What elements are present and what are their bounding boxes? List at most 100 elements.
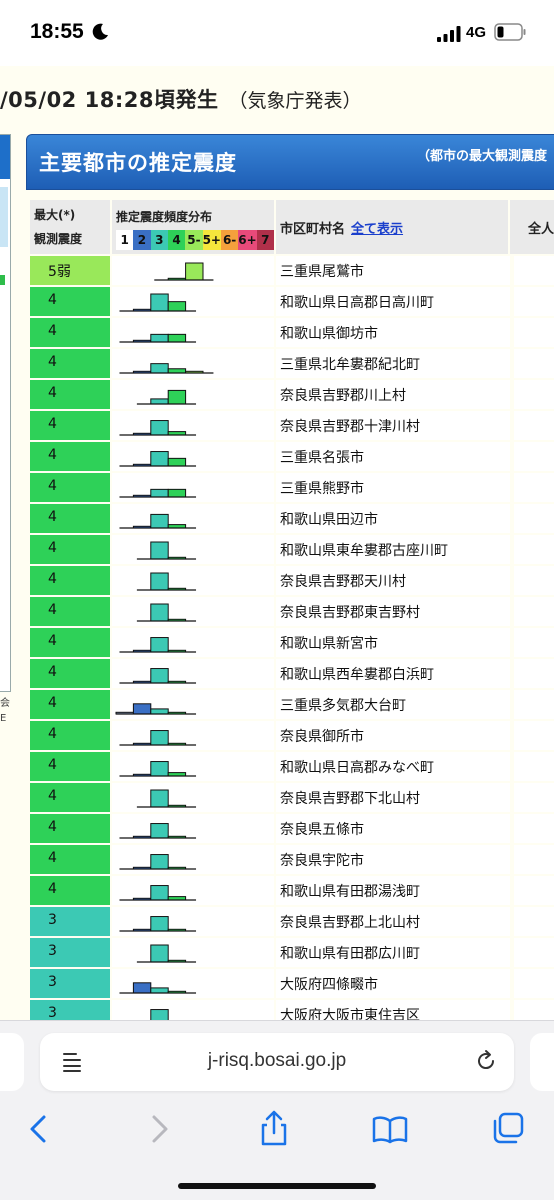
table-row[interactable]: 4 和歌山県御坊市 bbox=[30, 318, 554, 349]
city-cell[interactable]: 和歌山県田辺市 bbox=[276, 504, 512, 533]
histogram-bar bbox=[167, 488, 187, 498]
left-map-panel[interactable] bbox=[0, 134, 11, 692]
distribution-histogram bbox=[119, 513, 197, 529]
city-cell[interactable]: 奈良県宇陀市 bbox=[276, 845, 512, 874]
city-cell[interactable]: 和歌山県有田郡広川町 bbox=[276, 938, 512, 967]
distribution-histogram bbox=[119, 916, 197, 932]
city-cell[interactable]: 三重県名張市 bbox=[276, 442, 512, 471]
extra-cell bbox=[514, 597, 554, 626]
table-row[interactable]: 4 奈良県吉野郡十津川村 bbox=[30, 411, 554, 442]
table-row[interactable]: 4 奈良県宇陀市 bbox=[30, 845, 554, 876]
city-cell[interactable]: 三重県北牟婁郡紀北町 bbox=[276, 349, 512, 378]
table-row[interactable]: 4 三重県北牟婁郡紀北町 bbox=[30, 349, 554, 380]
distribution-cell bbox=[112, 876, 276, 905]
distribution-histogram bbox=[136, 789, 197, 808]
extra-cell bbox=[514, 969, 554, 998]
extra-cell bbox=[514, 690, 554, 719]
city-cell[interactable]: 奈良県御所市 bbox=[276, 721, 512, 750]
table-row[interactable]: 4 和歌山県日高郡みなべ町 bbox=[30, 752, 554, 783]
web-page: /05/02 18:28頃発生 （気象庁発表） 会 E 主要都市の推定震度 （都市… bbox=[0, 66, 554, 1020]
table-row[interactable]: 4 和歌山県有田郡湯浅町 bbox=[30, 876, 554, 907]
extra-cell bbox=[514, 814, 554, 843]
table-row[interactable]: 4 奈良県吉野郡川上村 bbox=[30, 380, 554, 411]
back-icon[interactable] bbox=[20, 1109, 60, 1149]
distribution-histogram bbox=[119, 420, 197, 436]
table-row[interactable]: 3 大阪府四條畷市 bbox=[30, 969, 554, 1000]
table-row[interactable]: 3 和歌山県有田郡広川町 bbox=[30, 938, 554, 969]
city-name: 和歌山県有田郡広川町 bbox=[280, 946, 420, 962]
share-icon[interactable] bbox=[254, 1109, 294, 1149]
histogram-bar bbox=[167, 301, 187, 312]
table-row[interactable]: 4 三重県多気郡大台町 bbox=[30, 690, 554, 721]
city-cell[interactable]: 和歌山県日高郡日高川町 bbox=[276, 287, 512, 316]
scale-label: 7 bbox=[256, 230, 274, 250]
city-cell[interactable]: 和歌山県日高郡みなべ町 bbox=[276, 752, 512, 781]
distribution-cell bbox=[112, 349, 276, 378]
max-intensity-cell: 4 bbox=[30, 566, 112, 595]
table-row[interactable]: 4 奈良県五條市 bbox=[30, 814, 554, 845]
city-cell[interactable]: 大阪府大阪市東住吉区 bbox=[276, 1000, 512, 1020]
status-time: 18:55 bbox=[30, 20, 84, 43]
bookmarks-icon[interactable] bbox=[370, 1109, 410, 1149]
city-cell[interactable]: 奈良県吉野郡東吉野村 bbox=[276, 597, 512, 626]
city-cell[interactable]: 和歌山県西牟婁郡白浜町 bbox=[276, 659, 512, 688]
table-row[interactable]: 4 和歌山県日高郡日高川町 bbox=[30, 287, 554, 318]
table-row[interactable]: 4 和歌山県東牟婁郡古座川町 bbox=[30, 535, 554, 566]
address-bar[interactable]: j-risq.bosai.go.jp bbox=[40, 1033, 514, 1091]
city-cell[interactable]: 奈良県吉野郡十津川村 bbox=[276, 411, 512, 440]
table-row[interactable]: 4 三重県熊野市 bbox=[30, 473, 554, 504]
city-cell[interactable]: 三重県尾鷲市 bbox=[276, 256, 512, 285]
city-cell[interactable]: 大阪府四條畷市 bbox=[276, 969, 512, 998]
table-row[interactable]: 4 和歌山県田辺市 bbox=[30, 504, 554, 535]
city-name: 和歌山県田辺市 bbox=[280, 512, 378, 528]
tabs-icon[interactable] bbox=[488, 1109, 528, 1149]
table-row[interactable]: 3 奈良県吉野郡上北山村 bbox=[30, 907, 554, 938]
city-cell[interactable]: 奈良県吉野郡上北山村 bbox=[276, 907, 512, 936]
table-row[interactable]: 4 和歌山県新宮市 bbox=[30, 628, 554, 659]
max-intensity-value: 4 bbox=[48, 664, 57, 680]
distribution-histogram bbox=[119, 885, 197, 901]
table-row[interactable]: 4 奈良県御所市 bbox=[30, 721, 554, 752]
extra-cell bbox=[514, 783, 554, 812]
table-row[interactable]: 4 奈良県吉野郡下北山村 bbox=[30, 783, 554, 814]
histogram-bar bbox=[167, 389, 187, 405]
max-intensity-cell: 4 bbox=[30, 659, 112, 688]
table-row[interactable]: 3 大阪府大阪市東住吉区 bbox=[30, 1000, 554, 1020]
scale-label: 3 bbox=[150, 230, 168, 250]
url-text[interactable]: j-risq.bosai.go.jp bbox=[40, 1050, 514, 1072]
table-row[interactable]: 4 奈良県吉野郡東吉野村 bbox=[30, 597, 554, 628]
city-cell[interactable]: 奈良県吉野郡天川村 bbox=[276, 566, 512, 595]
city-cell[interactable]: 和歌山県御坊市 bbox=[276, 318, 512, 347]
distribution-cell bbox=[112, 256, 276, 285]
city-cell[interactable]: 和歌山県有田郡湯浅町 bbox=[276, 876, 512, 905]
table-row[interactable]: 4 三重県名張市 bbox=[30, 442, 554, 473]
distribution-cell bbox=[112, 535, 276, 564]
next-tab-peek[interactable] bbox=[530, 1033, 554, 1091]
city-cell[interactable]: 奈良県五條市 bbox=[276, 814, 512, 843]
network-type: 4G bbox=[466, 24, 487, 41]
previous-tab-peek[interactable] bbox=[0, 1033, 24, 1091]
city-cell[interactable]: 三重県多気郡大台町 bbox=[276, 690, 512, 719]
show-all-link[interactable]: 全て表示 bbox=[351, 222, 403, 237]
table-row[interactable]: 4 和歌山県西牟婁郡白浜町 bbox=[30, 659, 554, 690]
city-name: 三重県名張市 bbox=[280, 450, 364, 466]
table-row[interactable]: 4 奈良県吉野郡天川村 bbox=[30, 566, 554, 597]
extra-cell bbox=[514, 721, 554, 750]
forward-icon[interactable] bbox=[138, 1109, 178, 1149]
max-intensity-cell: 4 bbox=[30, 845, 112, 874]
city-name: 和歌山県日高郡日高川町 bbox=[280, 295, 434, 311]
distribution-cell bbox=[112, 473, 276, 502]
city-name: 和歌山県西牟婁郡白浜町 bbox=[280, 667, 434, 683]
left-panel-header bbox=[0, 135, 10, 179]
extra-cell bbox=[514, 752, 554, 781]
max-intensity-value: 5弱 bbox=[48, 264, 71, 280]
city-cell[interactable]: 和歌山県新宮市 bbox=[276, 628, 512, 657]
distribution-cell bbox=[112, 814, 276, 843]
city-cell[interactable]: 奈良県吉野郡下北山村 bbox=[276, 783, 512, 812]
reload-icon[interactable] bbox=[474, 1049, 498, 1073]
city-cell[interactable]: 奈良県吉野郡川上村 bbox=[276, 380, 512, 409]
city-cell[interactable]: 三重県熊野市 bbox=[276, 473, 512, 502]
scale-label: 1 bbox=[116, 230, 134, 250]
table-row[interactable]: 5弱 三重県尾鷲市 bbox=[30, 256, 554, 287]
city-cell[interactable]: 和歌山県東牟婁郡古座川町 bbox=[276, 535, 512, 564]
